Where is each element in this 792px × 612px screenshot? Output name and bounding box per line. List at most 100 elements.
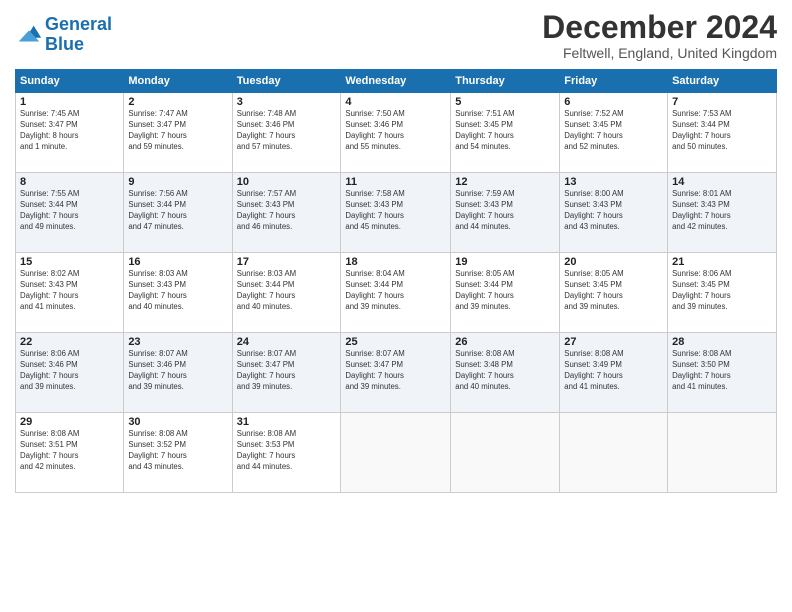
day-info: Sunrise: 8:08 AMSunset: 3:51 PMDaylight:… (20, 429, 119, 473)
day-info: Sunrise: 7:48 AMSunset: 3:46 PMDaylight:… (237, 109, 337, 153)
day-info: Sunrise: 8:08 AMSunset: 3:49 PMDaylight:… (564, 349, 663, 393)
calendar-body: 1Sunrise: 7:45 AMSunset: 3:47 PMDaylight… (16, 93, 777, 493)
page: General Blue December 2024 Feltwell, Eng… (0, 0, 792, 612)
calendar-week-4: 22Sunrise: 8:06 AMSunset: 3:46 PMDayligh… (16, 333, 777, 413)
day-info: Sunrise: 8:06 AMSunset: 3:45 PMDaylight:… (672, 269, 772, 313)
calendar-header-monday: Monday (124, 70, 232, 93)
day-info: Sunrise: 7:56 AMSunset: 3:44 PMDaylight:… (128, 189, 227, 233)
title-block: December 2024 Feltwell, England, United … (542, 10, 777, 61)
day-info: Sunrise: 8:03 AMSunset: 3:44 PMDaylight:… (237, 269, 337, 313)
day-info: Sunrise: 7:47 AMSunset: 3:47 PMDaylight:… (128, 109, 227, 153)
calendar-week-3: 15Sunrise: 8:02 AMSunset: 3:43 PMDayligh… (16, 253, 777, 333)
calendar-cell: 12Sunrise: 7:59 AMSunset: 3:43 PMDayligh… (451, 173, 560, 253)
logo-icon (15, 21, 43, 49)
day-info: Sunrise: 8:05 AMSunset: 3:45 PMDaylight:… (564, 269, 663, 313)
calendar-cell: 19Sunrise: 8:05 AMSunset: 3:44 PMDayligh… (451, 253, 560, 333)
day-info: Sunrise: 7:58 AMSunset: 3:43 PMDaylight:… (345, 189, 446, 233)
day-number: 8 (20, 176, 119, 188)
calendar-cell: 24Sunrise: 8:07 AMSunset: 3:47 PMDayligh… (232, 333, 341, 413)
calendar-cell: 8Sunrise: 7:55 AMSunset: 3:44 PMDaylight… (16, 173, 124, 253)
calendar-cell: 28Sunrise: 8:08 AMSunset: 3:50 PMDayligh… (668, 333, 777, 413)
main-title: December 2024 (542, 10, 777, 45)
day-number: 13 (564, 176, 663, 188)
calendar-cell (451, 413, 560, 493)
calendar-cell: 13Sunrise: 8:00 AMSunset: 3:43 PMDayligh… (560, 173, 668, 253)
calendar-cell: 20Sunrise: 8:05 AMSunset: 3:45 PMDayligh… (560, 253, 668, 333)
day-number: 21 (672, 256, 772, 268)
day-number: 27 (564, 336, 663, 348)
day-number: 18 (345, 256, 446, 268)
day-info: Sunrise: 8:00 AMSunset: 3:43 PMDaylight:… (564, 189, 663, 233)
day-info: Sunrise: 8:08 AMSunset: 3:52 PMDaylight:… (128, 429, 227, 473)
day-info: Sunrise: 8:03 AMSunset: 3:43 PMDaylight:… (128, 269, 227, 313)
day-number: 2 (128, 96, 227, 108)
calendar-cell: 18Sunrise: 8:04 AMSunset: 3:44 PMDayligh… (341, 253, 451, 333)
day-info: Sunrise: 8:07 AMSunset: 3:47 PMDaylight:… (237, 349, 337, 393)
day-number: 30 (128, 416, 227, 428)
day-number: 19 (455, 256, 555, 268)
calendar-week-2: 8Sunrise: 7:55 AMSunset: 3:44 PMDaylight… (16, 173, 777, 253)
calendar-cell: 16Sunrise: 8:03 AMSunset: 3:43 PMDayligh… (124, 253, 232, 333)
logo-line1: General (45, 14, 112, 34)
calendar-table: SundayMondayTuesdayWednesdayThursdayFrid… (15, 69, 777, 493)
day-info: Sunrise: 7:57 AMSunset: 3:43 PMDaylight:… (237, 189, 337, 233)
day-number: 29 (20, 416, 119, 428)
calendar-cell: 29Sunrise: 8:08 AMSunset: 3:51 PMDayligh… (16, 413, 124, 493)
calendar-cell (341, 413, 451, 493)
logo: General Blue (15, 15, 112, 55)
day-info: Sunrise: 8:05 AMSunset: 3:44 PMDaylight:… (455, 269, 555, 313)
day-number: 7 (672, 96, 772, 108)
calendar-cell: 5Sunrise: 7:51 AMSunset: 3:45 PMDaylight… (451, 93, 560, 173)
day-number: 22 (20, 336, 119, 348)
calendar-header-row: SundayMondayTuesdayWednesdayThursdayFrid… (16, 70, 777, 93)
day-number: 15 (20, 256, 119, 268)
calendar-header-thursday: Thursday (451, 70, 560, 93)
calendar-header-saturday: Saturday (668, 70, 777, 93)
day-info: Sunrise: 8:08 AMSunset: 3:53 PMDaylight:… (237, 429, 337, 473)
day-info: Sunrise: 8:02 AMSunset: 3:43 PMDaylight:… (20, 269, 119, 313)
calendar-cell: 6Sunrise: 7:52 AMSunset: 3:45 PMDaylight… (560, 93, 668, 173)
day-info: Sunrise: 8:08 AMSunset: 3:50 PMDaylight:… (672, 349, 772, 393)
day-number: 24 (237, 336, 337, 348)
logo-text: General Blue (45, 15, 112, 55)
calendar-header-friday: Friday (560, 70, 668, 93)
calendar-cell: 31Sunrise: 8:08 AMSunset: 3:53 PMDayligh… (232, 413, 341, 493)
calendar-cell: 9Sunrise: 7:56 AMSunset: 3:44 PMDaylight… (124, 173, 232, 253)
day-info: Sunrise: 8:07 AMSunset: 3:47 PMDaylight:… (345, 349, 446, 393)
day-number: 17 (237, 256, 337, 268)
day-number: 1 (20, 96, 119, 108)
day-number: 3 (237, 96, 337, 108)
day-number: 14 (672, 176, 772, 188)
day-info: Sunrise: 7:55 AMSunset: 3:44 PMDaylight:… (20, 189, 119, 233)
header: General Blue December 2024 Feltwell, Eng… (15, 10, 777, 61)
day-number: 23 (128, 336, 227, 348)
logo-line2: Blue (45, 34, 84, 54)
day-number: 31 (237, 416, 337, 428)
day-info: Sunrise: 8:08 AMSunset: 3:48 PMDaylight:… (455, 349, 555, 393)
calendar-cell: 26Sunrise: 8:08 AMSunset: 3:48 PMDayligh… (451, 333, 560, 413)
calendar-cell: 30Sunrise: 8:08 AMSunset: 3:52 PMDayligh… (124, 413, 232, 493)
day-number: 26 (455, 336, 555, 348)
day-info: Sunrise: 7:51 AMSunset: 3:45 PMDaylight:… (455, 109, 555, 153)
calendar-cell (668, 413, 777, 493)
calendar-cell: 23Sunrise: 8:07 AMSunset: 3:46 PMDayligh… (124, 333, 232, 413)
day-number: 25 (345, 336, 446, 348)
day-info: Sunrise: 7:50 AMSunset: 3:46 PMDaylight:… (345, 109, 446, 153)
day-number: 6 (564, 96, 663, 108)
calendar-cell: 17Sunrise: 8:03 AMSunset: 3:44 PMDayligh… (232, 253, 341, 333)
calendar-cell: 27Sunrise: 8:08 AMSunset: 3:49 PMDayligh… (560, 333, 668, 413)
day-info: Sunrise: 7:59 AMSunset: 3:43 PMDaylight:… (455, 189, 555, 233)
calendar-cell: 15Sunrise: 8:02 AMSunset: 3:43 PMDayligh… (16, 253, 124, 333)
day-info: Sunrise: 8:01 AMSunset: 3:43 PMDaylight:… (672, 189, 772, 233)
calendar-week-5: 29Sunrise: 8:08 AMSunset: 3:51 PMDayligh… (16, 413, 777, 493)
day-number: 28 (672, 336, 772, 348)
calendar-cell: 25Sunrise: 8:07 AMSunset: 3:47 PMDayligh… (341, 333, 451, 413)
calendar-cell: 4Sunrise: 7:50 AMSunset: 3:46 PMDaylight… (341, 93, 451, 173)
day-number: 4 (345, 96, 446, 108)
day-number: 20 (564, 256, 663, 268)
calendar-cell: 2Sunrise: 7:47 AMSunset: 3:47 PMDaylight… (124, 93, 232, 173)
calendar-cell: 10Sunrise: 7:57 AMSunset: 3:43 PMDayligh… (232, 173, 341, 253)
day-info: Sunrise: 7:52 AMSunset: 3:45 PMDaylight:… (564, 109, 663, 153)
calendar-cell: 1Sunrise: 7:45 AMSunset: 3:47 PMDaylight… (16, 93, 124, 173)
calendar-header-wednesday: Wednesday (341, 70, 451, 93)
